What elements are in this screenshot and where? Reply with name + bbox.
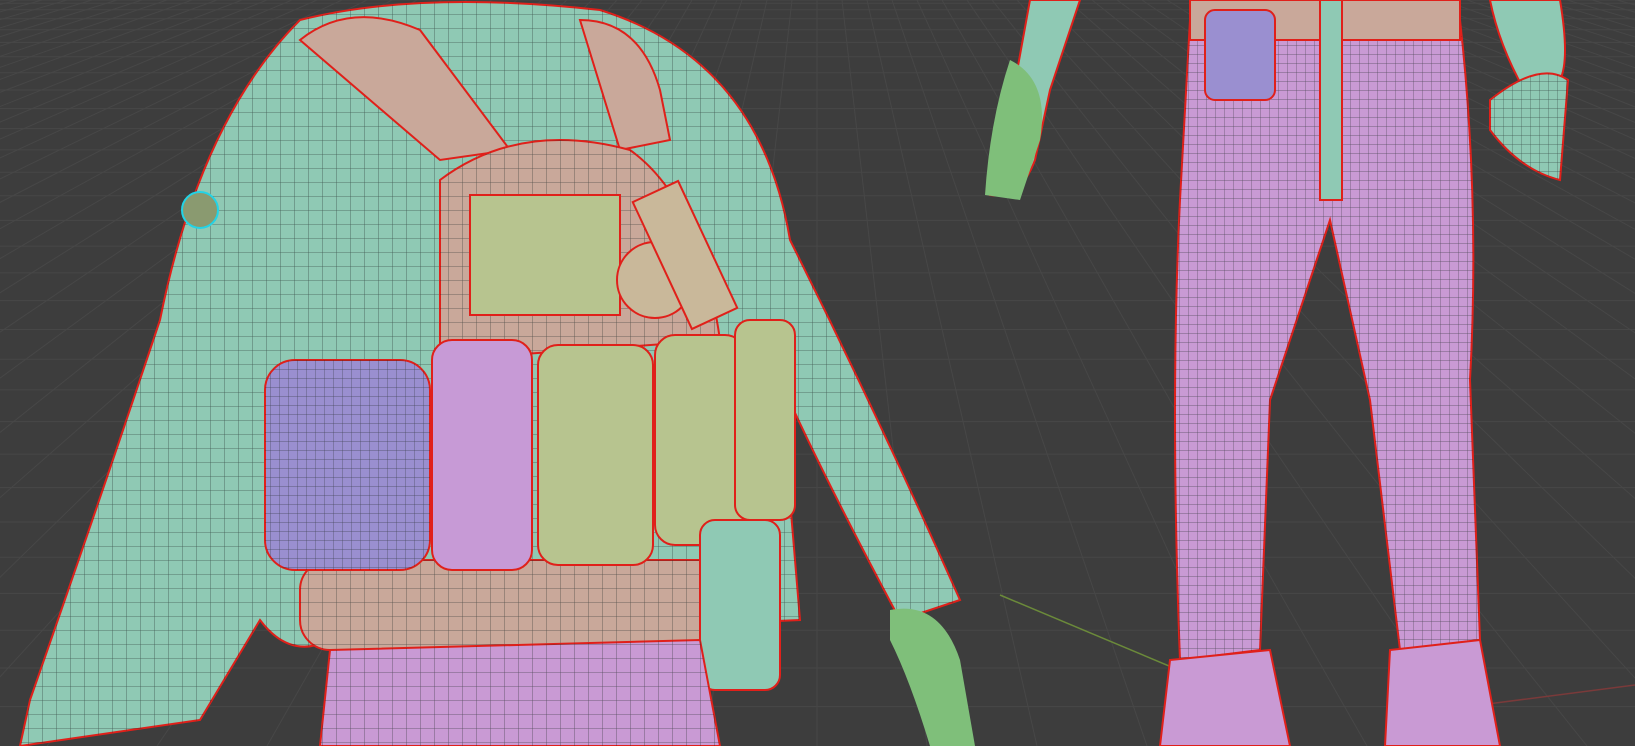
hip-pouch (1204, 9, 1276, 101)
shoulder-patch (181, 191, 219, 229)
boot-right (1383, 638, 1502, 746)
3d-viewport[interactable] (0, 0, 1635, 746)
pouch-pink (431, 339, 533, 571)
pouch-green-1 (537, 344, 654, 566)
molle-panel (469, 194, 621, 316)
pouch-green-2 (654, 334, 746, 546)
strap (1319, 0, 1343, 201)
pouch-green-3 (734, 319, 796, 521)
pouch-side (699, 519, 781, 691)
viewport-canvas[interactable] (0, 0, 1635, 746)
boot-left (1158, 648, 1292, 746)
